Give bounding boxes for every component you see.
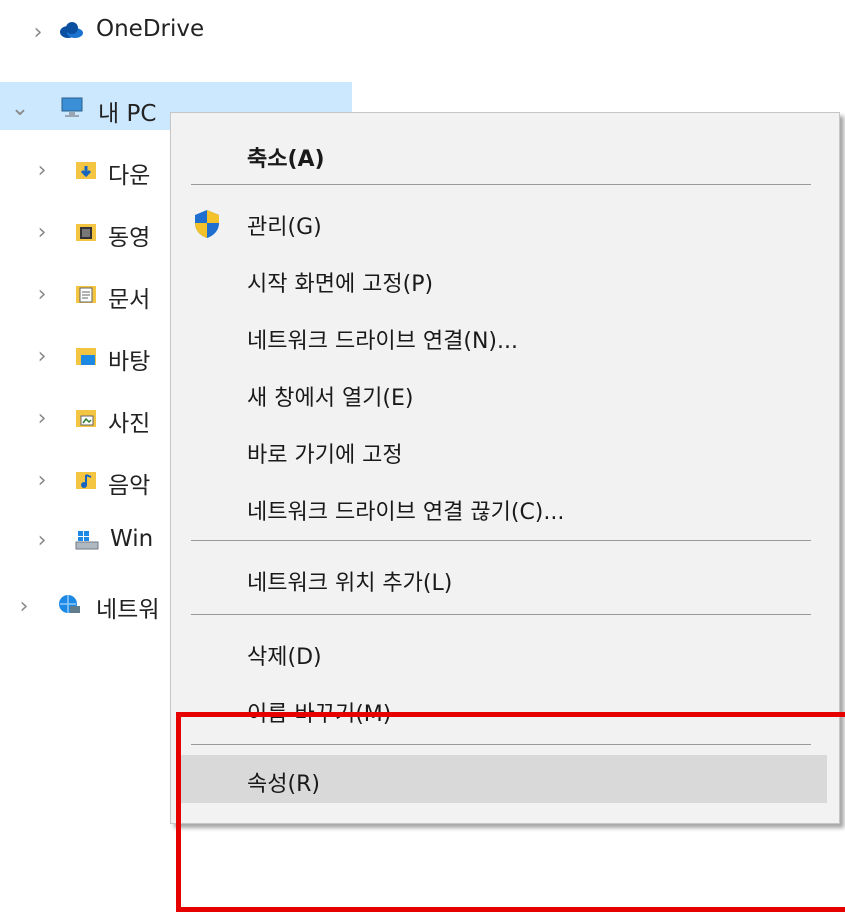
menu-item-label: 네트워크 드라이브 연결 끊기(C)... (247, 500, 565, 525)
menu-item-open-new-window[interactable]: 새 창에서 열기(E) (171, 372, 839, 416)
chevron-right-icon[interactable]: › (32, 158, 52, 183)
tree-item-label: 내 PC (98, 101, 157, 127)
tree-item-label: 다운 (108, 163, 151, 189)
menu-item-pin-to-start[interactable]: 시작 화면에 고정(P) (171, 258, 839, 302)
network-icon (59, 595, 80, 613)
menu-item-label: 시작 화면에 고정(P) (247, 272, 434, 297)
annotation-highlight-box (176, 712, 845, 912)
tree-item-label: 바탕 (108, 349, 151, 375)
menu-item-label: 새 창에서 열기(E) (247, 386, 414, 411)
menu-item-label: 축소(A) (247, 147, 325, 172)
pictures-folder-icon (76, 410, 96, 427)
windows-drive-icon (75, 531, 99, 550)
menu-item-add-network-location[interactable]: 네트워크 위치 추가(L) (171, 557, 839, 601)
desktop-folder-icon (76, 348, 96, 365)
chevron-right-icon[interactable]: › (28, 20, 48, 45)
chevron-right-icon[interactable]: › (14, 594, 34, 619)
tree-item-label: 문서 (108, 287, 151, 313)
chevron-right-icon[interactable]: › (32, 282, 52, 307)
menu-item-delete[interactable]: 삭제(D) (171, 631, 839, 675)
menu-item-map-network-drive[interactable]: 네트워크 드라이브 연결(N)... (171, 315, 839, 359)
chevron-right-icon[interactable]: › (32, 468, 52, 493)
menu-item-disconnect-network-drive[interactable]: 네트워크 드라이브 연결 끊기(C)... (171, 486, 839, 530)
chevron-down-icon[interactable]: ⌄ (10, 96, 30, 121)
menu-item-label: 관리(G) (247, 215, 322, 240)
menu-item-manage[interactable]: 관리(G) (171, 201, 839, 245)
downloads-folder-icon (76, 162, 96, 179)
tree-item-label: 음악 (108, 473, 151, 499)
menu-item-label: 바로 가기에 고정 (247, 443, 403, 468)
videos-folder-icon (76, 224, 96, 241)
menu-item-collapse[interactable]: 축소(A) (171, 133, 839, 177)
chevron-right-icon[interactable]: › (32, 528, 52, 553)
menu-separator (191, 184, 811, 185)
tree-item-label: 동영 (108, 225, 151, 251)
menu-separator (191, 614, 811, 615)
tree-item-label: OneDrive (96, 16, 205, 42)
menu-separator (191, 540, 811, 541)
pc-icon (61, 97, 83, 117)
menu-item-label: 네트워크 드라이브 연결(N)... (247, 329, 518, 354)
tree-item-label: 네트워 (96, 597, 160, 623)
menu-item-pin-to-quick-access[interactable]: 바로 가기에 고정 (171, 429, 839, 473)
menu-item-label: 네트워크 위치 추가(L) (247, 571, 453, 596)
chevron-right-icon[interactable]: › (32, 220, 52, 245)
onedrive-icon (60, 22, 83, 38)
documents-folder-icon (76, 286, 96, 303)
music-folder-icon (76, 472, 96, 489)
uac-shield-icon (195, 210, 219, 238)
menu-item-label: 삭제(D) (247, 645, 322, 670)
tree-item-label: Win (110, 526, 154, 552)
chevron-right-icon[interactable]: › (32, 406, 52, 431)
chevron-right-icon[interactable]: › (32, 344, 52, 369)
tree-item-label: 사진 (108, 411, 151, 437)
